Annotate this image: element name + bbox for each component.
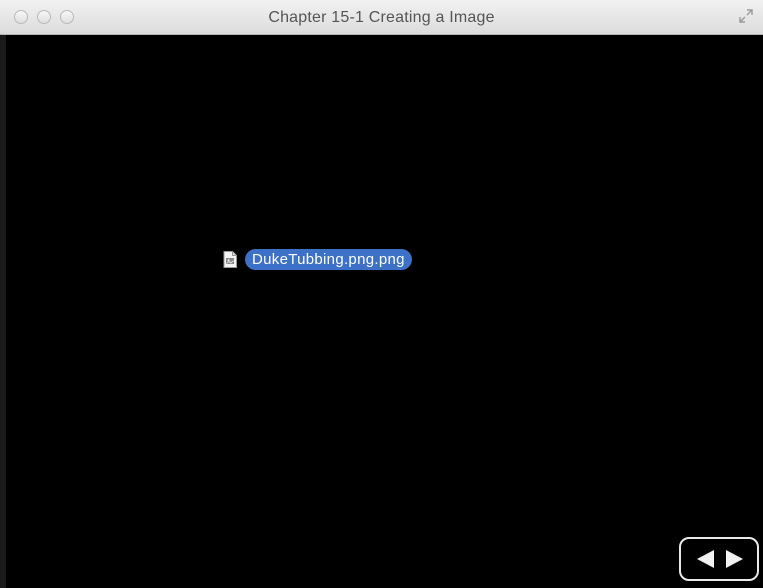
next-arrow-icon[interactable] [726, 550, 743, 568]
previous-arrow-icon[interactable] [697, 550, 714, 568]
navigation-control [679, 537, 759, 581]
file-name-label[interactable]: DukeTubbing.png.png [245, 248, 412, 270]
fullscreen-icon[interactable] [737, 7, 755, 25]
app-window: Chapter 15-1 Creating a Image DukeTubbin… [0, 0, 763, 588]
file-item[interactable]: DukeTubbing.png.png [223, 248, 412, 270]
png-file-icon [223, 250, 237, 268]
content-area [6, 35, 763, 588]
window-title: Chapter 15-1 Creating a Image [268, 9, 495, 26]
title-bar[interactable]: Chapter 15-1 Creating a Image [0, 0, 763, 35]
